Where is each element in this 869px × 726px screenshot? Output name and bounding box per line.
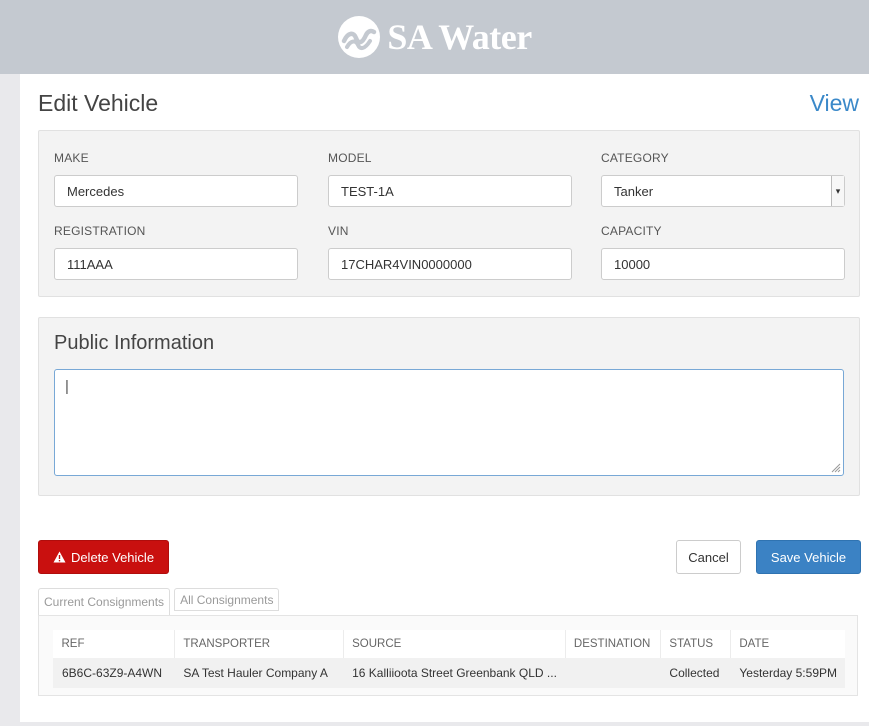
text-cursor: | — [65, 378, 69, 395]
table-row[interactable]: 6B6C-63Z9-A4WN SA Test Hauler Company A … — [52, 658, 845, 688]
column-header-date[interactable]: DATE — [730, 630, 845, 658]
column-header-transporter[interactable]: TRANSPORTER — [174, 630, 344, 658]
category-label: CATEGORY — [601, 151, 669, 165]
registration-label: REGISTRATION — [54, 224, 146, 238]
capacity-label: CAPACITY — [601, 224, 662, 238]
delete-vehicle-label: Delete Vehicle — [70, 549, 155, 565]
category-field-group: CATEGORY Tanker ▾ — [601, 151, 845, 207]
sa-water-logo-icon — [338, 16, 381, 58]
make-input[interactable]: Mercedes — [54, 175, 298, 207]
cell-ref: 6B6C-63Z9-A4WN — [52, 658, 175, 688]
public-information-card: Public Information | — [38, 317, 860, 496]
column-header-ref[interactable]: REF — [54, 630, 175, 658]
page-title: Edit Vehicle — [38, 90, 159, 116]
table-header-row: REF TRANSPORTER SOURCE DESTINATION STATU… — [54, 630, 845, 658]
tab-current-consignments[interactable]: Current Consignments — [38, 588, 171, 616]
model-field-group: MODEL TEST-1A — [328, 151, 572, 207]
vehicle-details-card: MAKE Mercedes MODEL TEST-1A CATEGORY Tan… — [38, 130, 860, 297]
cell-transporter: SA Test Hauler Company A — [174, 658, 344, 688]
category-selected-value: Tanker — [614, 183, 654, 199]
consignments-table-box: REF TRANSPORTER SOURCE DESTINATION STATU… — [52, 630, 845, 688]
registration-field-group: REGISTRATION 111AAA — [54, 224, 298, 280]
cell-destination — [564, 658, 661, 688]
consignments-table-container: REF TRANSPORTER SOURCE DESTINATION STATU… — [38, 615, 858, 696]
make-field-group: MAKE Mercedes — [54, 151, 298, 207]
brand-logo: SA Water — [337, 15, 532, 59]
column-header-destination[interactable]: DESTINATION — [564, 630, 661, 658]
capacity-field-group: CAPACITY 10000 — [601, 224, 845, 280]
view-link[interactable]: View — [810, 90, 859, 117]
public-information-textarea[interactable]: | — [54, 369, 844, 476]
app-header: SA Water — [0, 0, 869, 74]
category-select[interactable]: Tanker ▾ — [601, 175, 845, 207]
vin-input[interactable]: 17CHAR4VIN0000000 — [328, 248, 572, 280]
column-header-status[interactable]: STATUS — [660, 630, 731, 658]
cell-date: Yesterday 5:59PM — [730, 658, 845, 688]
select-arrow-icon: ▾ — [831, 176, 844, 206]
vin-field-group: VIN 17CHAR4VIN0000000 — [328, 224, 572, 280]
brand-name: SA Water — [387, 17, 532, 57]
tab-all-consignments[interactable]: All Consignments — [174, 588, 280, 611]
consignment-tabs: Current Consignments All Consignments — [38, 588, 280, 616]
resize-handle-icon[interactable] — [831, 463, 841, 473]
edit-vehicle-panel: Edit Vehicle View MAKE Mercedes MODEL TE… — [20, 74, 869, 722]
model-input[interactable]: TEST-1A — [328, 175, 572, 207]
delete-vehicle-button[interactable]: Delete Vehicle — [38, 540, 169, 574]
cell-status: Collected — [660, 658, 731, 688]
warning-icon — [53, 551, 66, 563]
public-information-title: Public Information — [54, 332, 215, 354]
cancel-button[interactable]: Cancel — [676, 540, 741, 574]
column-header-source[interactable]: SOURCE — [343, 630, 566, 658]
make-label: MAKE — [54, 151, 89, 165]
consignments-table: REF TRANSPORTER SOURCE DESTINATION STATU… — [52, 630, 845, 688]
model-label: MODEL — [328, 151, 372, 165]
registration-input[interactable]: 111AAA — [54, 248, 298, 280]
cell-source: 16 Kalliioota Street Greenbank QLD ... — [343, 658, 566, 688]
save-vehicle-button[interactable]: Save Vehicle — [756, 540, 861, 574]
vin-label: VIN — [328, 224, 349, 238]
capacity-input[interactable]: 10000 — [601, 248, 845, 280]
